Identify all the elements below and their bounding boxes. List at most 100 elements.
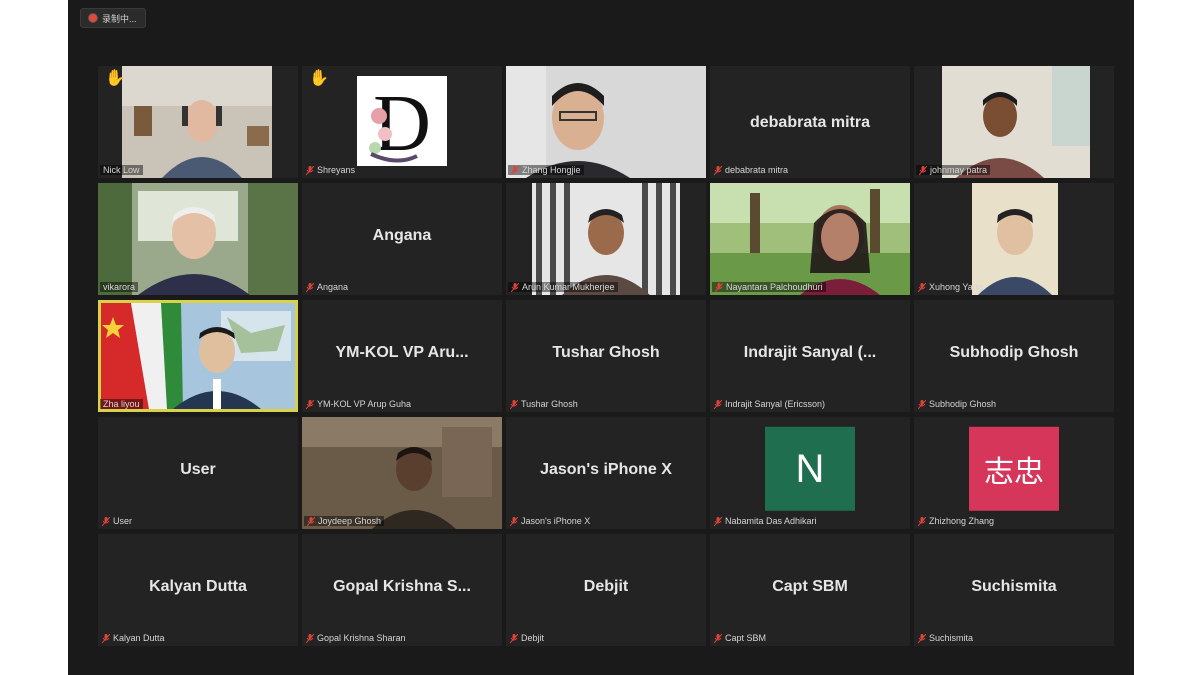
participant-display-name: Tushar Ghosh <box>552 344 660 361</box>
participant-display-name: Capt SBM <box>772 578 848 595</box>
muted-mic-icon <box>510 633 518 643</box>
muted-mic-icon <box>510 516 518 526</box>
participant-tile[interactable]: Zhang Hongjie <box>506 66 706 178</box>
participant-tile[interactable]: Indrajit Sanyal (... Indrajit Sanyal (Er… <box>710 300 910 412</box>
muted-mic-icon <box>510 399 518 409</box>
participant-display-name: Gopal Krishna S... <box>333 578 471 595</box>
participant-tile[interactable]: D ✋ Shreyans <box>302 66 502 178</box>
participant-tile[interactable]: Angana Angana <box>302 183 502 295</box>
participant-tile[interactable]: User User <box>98 417 298 529</box>
participant-caption: Nayantara Palchoudhuri <box>712 282 826 292</box>
muted-mic-icon <box>511 282 519 292</box>
participant-caption: YM-KOL VP Arup Guha <box>306 399 411 409</box>
recording-label: 录制中... <box>102 13 137 24</box>
participant-tile[interactable]: Gopal Krishna S... Gopal Krishna Sharan <box>302 534 502 646</box>
participant-caption: Suchismita <box>918 633 973 643</box>
record-icon <box>89 14 97 22</box>
participant-avatar: N <box>765 426 855 511</box>
participant-display-name: Kalyan Dutta <box>149 578 247 595</box>
muted-mic-icon <box>714 633 722 643</box>
participant-caption: Xuhong Yang <box>918 282 983 292</box>
muted-mic-icon <box>306 399 314 409</box>
participant-video <box>972 183 1058 295</box>
participant-tile[interactable]: Tushar Ghosh Tushar Ghosh <box>506 300 706 412</box>
gallery-grid: ✋ Nick Low D ✋ Shreyans Zhang Hongjie de… <box>98 66 1114 646</box>
muted-mic-icon <box>306 282 314 292</box>
participant-tile[interactable]: Suchismita Suchismita <box>914 534 1114 646</box>
muted-mic-icon <box>919 165 927 175</box>
muted-mic-icon <box>918 399 926 409</box>
participant-caption: vikarora <box>100 282 139 292</box>
participant-caption: Angana <box>306 282 348 292</box>
meeting-window: 录制中... ✋ Nick Low D ✋ Shreyans Zhang Hon… <box>68 0 1134 675</box>
participant-caption: Tushar Ghosh <box>510 399 578 409</box>
participant-tile-active-speaker[interactable]: Zha liyou <box>98 300 298 412</box>
participant-tile[interactable]: Joydeep Ghosh <box>302 417 502 529</box>
participant-caption: Zhang Hongjie <box>508 165 584 175</box>
muted-mic-icon <box>102 633 110 643</box>
participant-caption: Zha liyou <box>100 399 143 409</box>
raised-hand-icon: ✋ <box>105 70 125 87</box>
participant-tile[interactable]: ✋ Nick Low <box>98 66 298 178</box>
muted-mic-icon <box>306 633 314 643</box>
participant-tile[interactable]: Capt SBM Capt SBM <box>710 534 910 646</box>
participant-caption: User <box>102 516 132 526</box>
participant-video <box>302 417 502 529</box>
participant-tile[interactable]: Arun Kumar Mukherjee <box>506 183 706 295</box>
participant-caption: Zhizhong Zhang <box>918 516 994 526</box>
participant-caption: Joydeep Ghosh <box>304 516 385 526</box>
muted-mic-icon <box>918 282 926 292</box>
participant-tile[interactable]: Xuhong Yang <box>914 183 1114 295</box>
participant-tile[interactable]: Subhodip Ghosh Subhodip Ghosh <box>914 300 1114 412</box>
participant-tile[interactable]: Kalyan Dutta Kalyan Dutta <box>98 534 298 646</box>
muted-mic-icon <box>511 165 519 175</box>
participant-caption: Gopal Krishna Sharan <box>306 633 406 643</box>
participant-display-name: Debjit <box>583 578 629 595</box>
recording-indicator[interactable]: 录制中... <box>80 8 146 28</box>
participant-display-name: Suchismita <box>971 578 1057 595</box>
raised-hand-icon: ✋ <box>309 70 329 87</box>
participant-display-name: Indrajit Sanyal (... <box>743 344 877 361</box>
participant-tile[interactable]: debabrata mitra debabrata mitra <box>710 66 910 178</box>
participant-video <box>506 66 706 178</box>
muted-mic-icon <box>918 516 926 526</box>
participant-display-name: debabrata mitra <box>749 114 871 131</box>
participant-caption: Debjit <box>510 633 544 643</box>
participant-tile[interactable]: johnmay patra <box>914 66 1114 178</box>
participant-tile[interactable]: YM-KOL VP Aru... YM-KOL VP Arup Guha <box>302 300 502 412</box>
participant-display-name: Angana <box>372 227 432 244</box>
participant-video <box>101 303 295 409</box>
muted-mic-icon <box>714 516 722 526</box>
profile-picture: D <box>357 76 447 166</box>
participant-display-name: Subhodip Ghosh <box>949 344 1079 361</box>
participant-tile[interactable]: N Nabamita Das Adhikari <box>710 417 910 529</box>
participant-caption: debabrata mitra <box>714 165 788 175</box>
participant-caption: Indrajit Sanyal (Ericsson) <box>714 399 825 409</box>
muted-mic-icon <box>102 516 110 526</box>
participant-caption: johnmay patra <box>916 165 991 175</box>
participant-video <box>942 66 1090 178</box>
muted-mic-icon <box>714 399 722 409</box>
participant-video <box>710 183 910 295</box>
participant-display-name: Jason's iPhone X <box>540 461 672 478</box>
participant-caption: Nick Low <box>100 165 143 175</box>
muted-mic-icon <box>306 165 314 175</box>
participant-tile[interactable]: Jason's iPhone X Jason's iPhone X <box>506 417 706 529</box>
muted-mic-icon <box>715 282 723 292</box>
participant-caption: Kalyan Dutta <box>102 633 165 643</box>
participant-caption: Shreyans <box>306 165 355 175</box>
participant-caption: Jason's iPhone X <box>510 516 590 526</box>
participant-tile[interactable]: 志忠 Zhizhong Zhang <box>914 417 1114 529</box>
participant-caption: Nabamita Das Adhikari <box>714 516 817 526</box>
muted-mic-icon <box>714 165 722 175</box>
participant-tile[interactable]: Nayantara Palchoudhuri <box>710 183 910 295</box>
participant-avatar: 志忠 <box>969 426 1059 511</box>
participant-tile[interactable]: vikarora <box>98 183 298 295</box>
participant-tile[interactable]: Debjit Debjit <box>506 534 706 646</box>
muted-mic-icon <box>918 633 926 643</box>
participant-caption: Arun Kumar Mukherjee <box>508 282 618 292</box>
participant-video <box>532 183 680 295</box>
participant-display-name: YM-KOL VP Aru... <box>335 344 469 361</box>
participant-video <box>122 66 272 178</box>
participant-caption: Subhodip Ghosh <box>918 399 996 409</box>
